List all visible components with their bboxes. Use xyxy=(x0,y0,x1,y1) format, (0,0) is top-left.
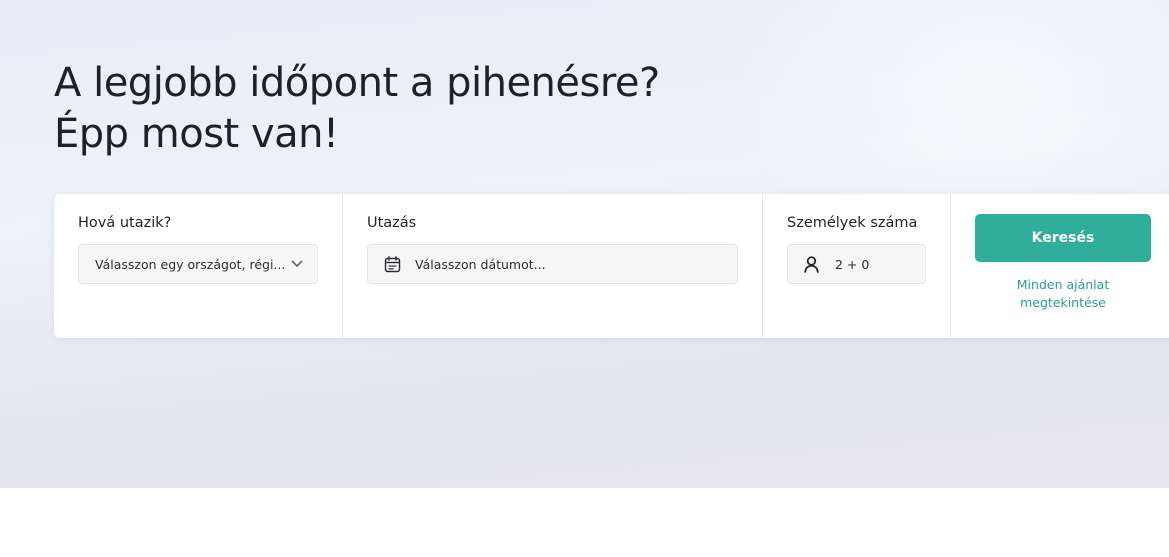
page-title: A legjobb időpont a pihenésre? Épp most … xyxy=(54,58,660,160)
destination-value: Válasszon egy országot, régi... xyxy=(95,256,286,272)
people-value: 2 + 0 xyxy=(835,256,870,272)
person-icon xyxy=(804,255,819,273)
date-section: Utazás Válasszon dátumot... xyxy=(342,194,762,338)
destination-section: Hová utazik? Válasszon egy országot, rég… xyxy=(54,194,342,338)
headline-line-2: Épp most van! xyxy=(54,111,339,157)
date-label: Utazás xyxy=(367,215,417,231)
all-offers-link[interactable]: Minden ajánlat megtekintése xyxy=(975,276,1151,312)
date-picker[interactable]: Válasszon dátumot... xyxy=(367,244,738,284)
people-section: Személyek száma 2 + 0 xyxy=(762,194,950,338)
people-selector[interactable]: 2 + 0 xyxy=(787,244,926,284)
search-button[interactable]: Keresés xyxy=(975,214,1151,262)
search-form: Hová utazik? Válasszon egy országot, rég… xyxy=(54,194,1169,338)
headline-line-1: A legjobb időpont a pihenésre? xyxy=(54,60,660,106)
destination-select[interactable]: Válasszon egy országot, régi... xyxy=(78,244,318,284)
chevron-down-icon xyxy=(291,260,303,268)
people-label: Személyek száma xyxy=(787,215,918,231)
action-section: Keresés Minden ajánlat megtekintése xyxy=(950,194,1169,338)
date-value: Válasszon dátumot... xyxy=(415,256,546,272)
destination-label: Hová utazik? xyxy=(78,215,172,231)
calendar-icon xyxy=(384,255,401,273)
